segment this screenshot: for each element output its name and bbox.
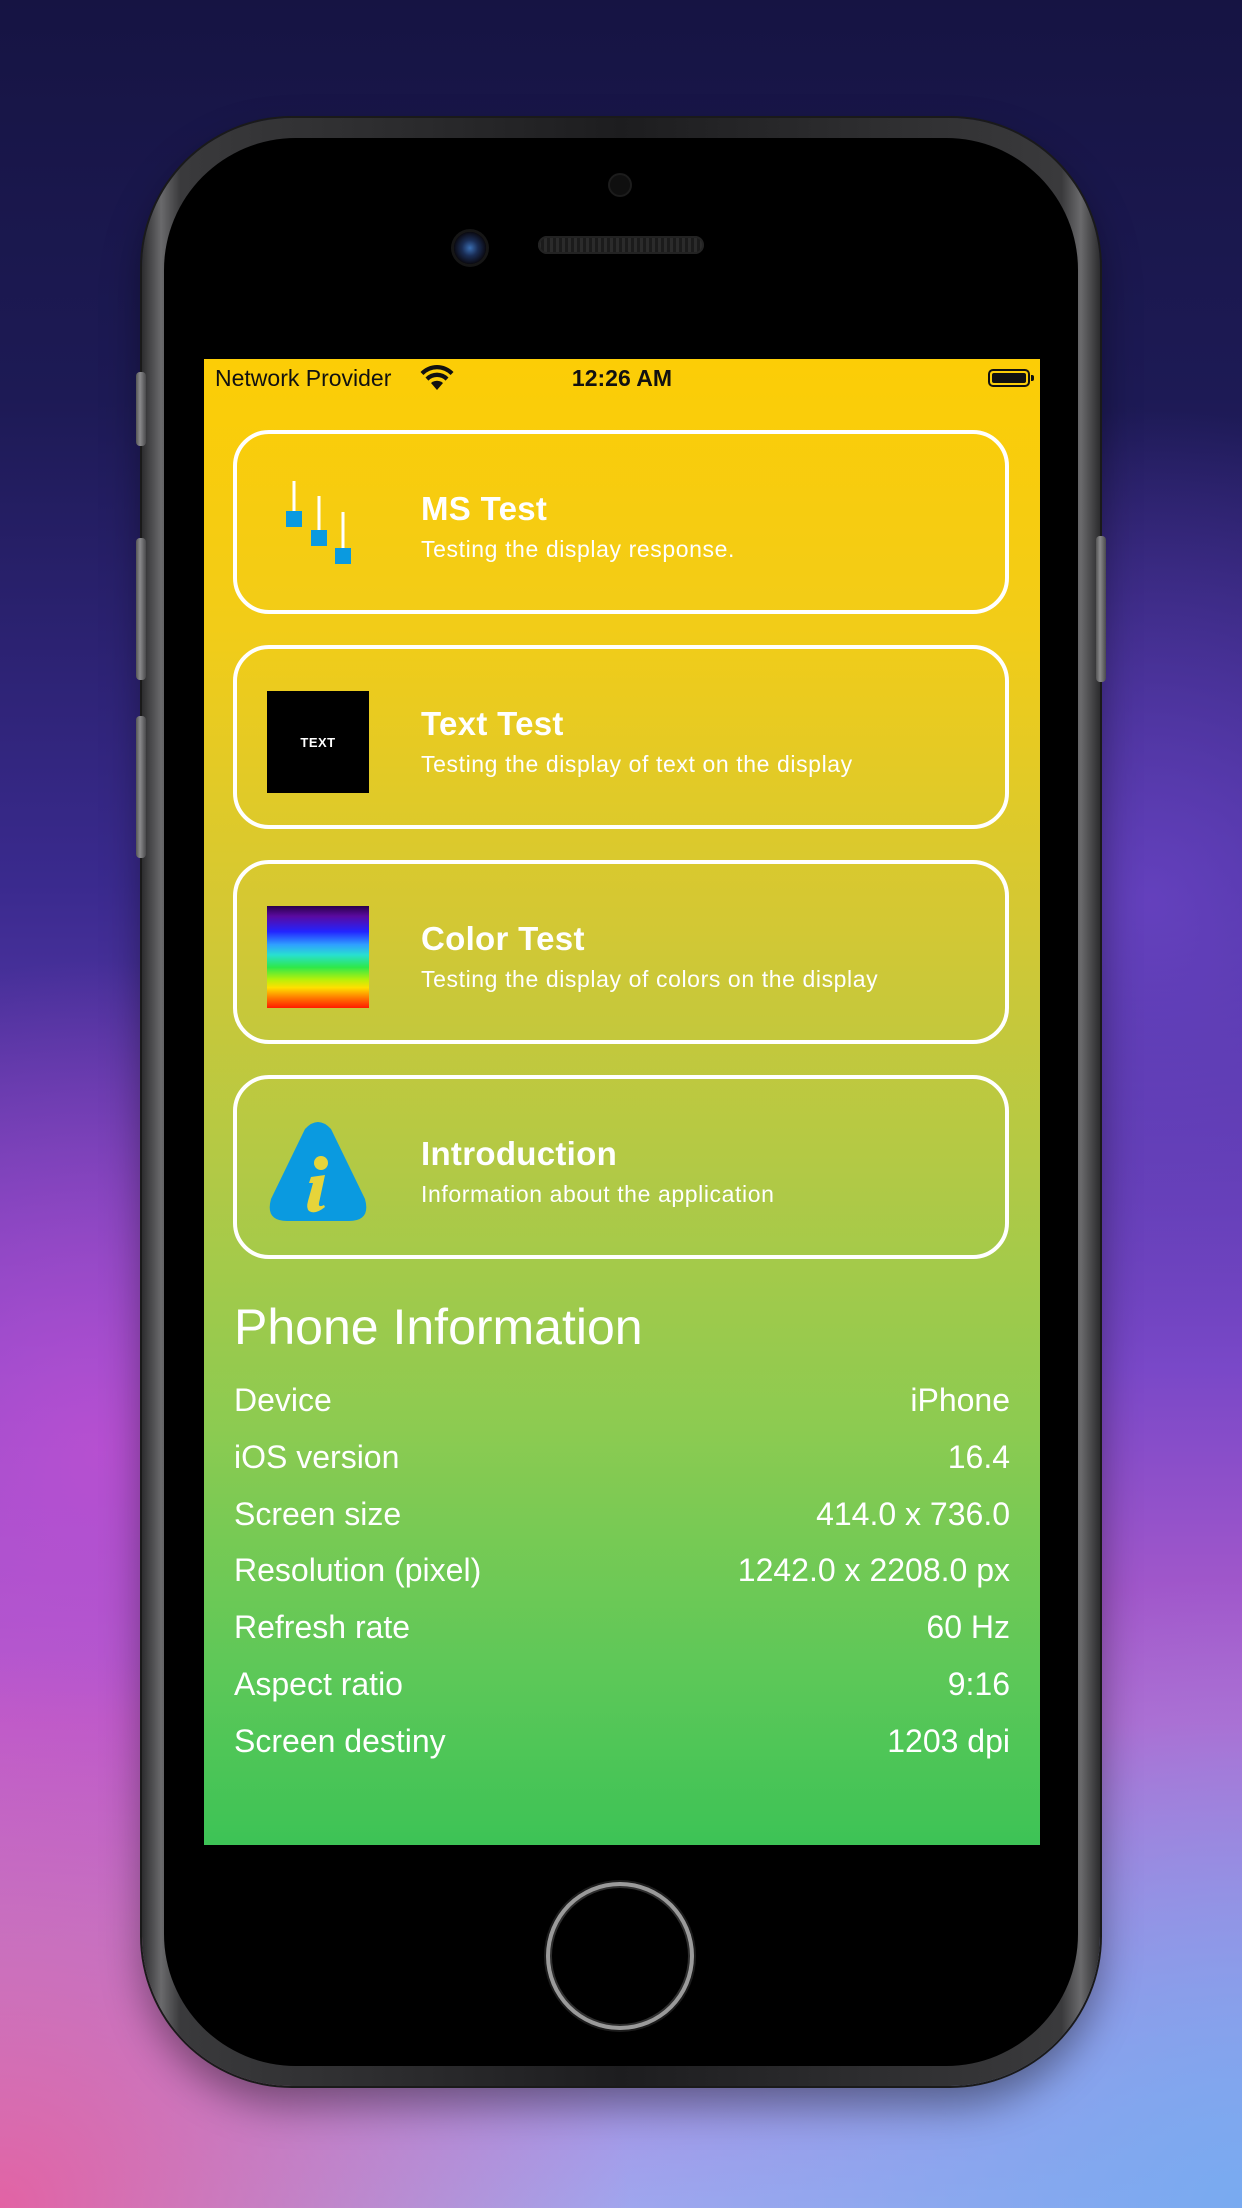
card-description: Testing the display of text on the displ… xyxy=(421,751,853,777)
front-camera xyxy=(454,232,486,264)
card-title: Introduction xyxy=(421,1135,618,1172)
info-label: iOS version xyxy=(234,1439,400,1475)
introduction-card[interactable]: Introduction Information about the appli… xyxy=(233,1075,1009,1259)
volume-up-button xyxy=(136,538,146,680)
app-screen: Network Provider 12:26 AM MS Test Testin… xyxy=(204,359,1040,1845)
status-time: 12:26 AM xyxy=(571,365,673,391)
info-row-aspect-ratio: Aspect ratio 9:16 xyxy=(234,1666,1010,1706)
volume-down-button xyxy=(136,716,146,858)
sliders-icon xyxy=(286,481,351,564)
info-label: Device xyxy=(234,1382,332,1418)
info-row-screen-density: Screen destiny 1203 dpi xyxy=(234,1723,1010,1763)
info-value: 60 Hz xyxy=(926,1609,1010,1645)
power-button xyxy=(1096,536,1106,682)
info-label: Screen destiny xyxy=(234,1723,446,1759)
info-row-device: Device iPhone xyxy=(234,1382,1010,1422)
text-icon: TEXT xyxy=(267,691,369,793)
info-value: 9:16 xyxy=(947,1666,1010,1702)
color-spectrum-icon xyxy=(267,906,369,1008)
info-value: 16.4 xyxy=(947,1439,1010,1475)
home-button[interactable] xyxy=(546,1882,694,2030)
info-row-screen-size: Screen size 414.0 x 736.0 xyxy=(234,1496,1010,1536)
info-label: Screen size xyxy=(234,1496,402,1532)
info-row-resolution: Resolution (pixel) 1242.0 x 2208.0 px xyxy=(234,1552,1010,1592)
info-value: 1203 dpi xyxy=(887,1723,1010,1759)
info-label: Refresh rate xyxy=(234,1609,411,1645)
card-title: Color Test xyxy=(421,920,585,957)
info-row-refresh-rate: Refresh rate 60 Hz xyxy=(234,1609,1010,1649)
info-value: iPhone xyxy=(910,1382,1010,1418)
info-value: 414.0 x 736.0 xyxy=(816,1496,1010,1532)
ms-test-card[interactable]: MS Test Testing the display response. xyxy=(233,430,1009,614)
color-test-card[interactable]: Color Test Testing the display of colors… xyxy=(233,860,1009,1044)
info-warning-icon xyxy=(269,1122,367,1221)
card-title: Text Test xyxy=(421,705,564,742)
info-value: 1242.0 x 2208.0 px xyxy=(737,1552,1010,1588)
battery-icon xyxy=(988,369,1034,387)
earpiece-speaker xyxy=(538,236,704,254)
info-label: Aspect ratio xyxy=(234,1666,403,1702)
card-description: Information about the application xyxy=(421,1181,775,1207)
info-row-ios-version: iOS version 16.4 xyxy=(234,1439,1010,1479)
silent-switch xyxy=(136,372,146,446)
battery-level xyxy=(992,373,1026,383)
status-bar: Network Provider 12:26 AM xyxy=(204,359,1040,399)
card-title: MS Test xyxy=(421,490,548,527)
proximity-sensor xyxy=(610,175,630,195)
card-description: Testing the display response. xyxy=(421,536,736,562)
phone-information-heading: Phone Information xyxy=(234,1299,643,1355)
card-description: Testing the display of colors on the dis… xyxy=(421,966,879,992)
text-test-card[interactable]: TEXT Text Test Testing the display of te… xyxy=(233,645,1009,829)
info-label: Resolution (pixel) xyxy=(234,1552,482,1588)
